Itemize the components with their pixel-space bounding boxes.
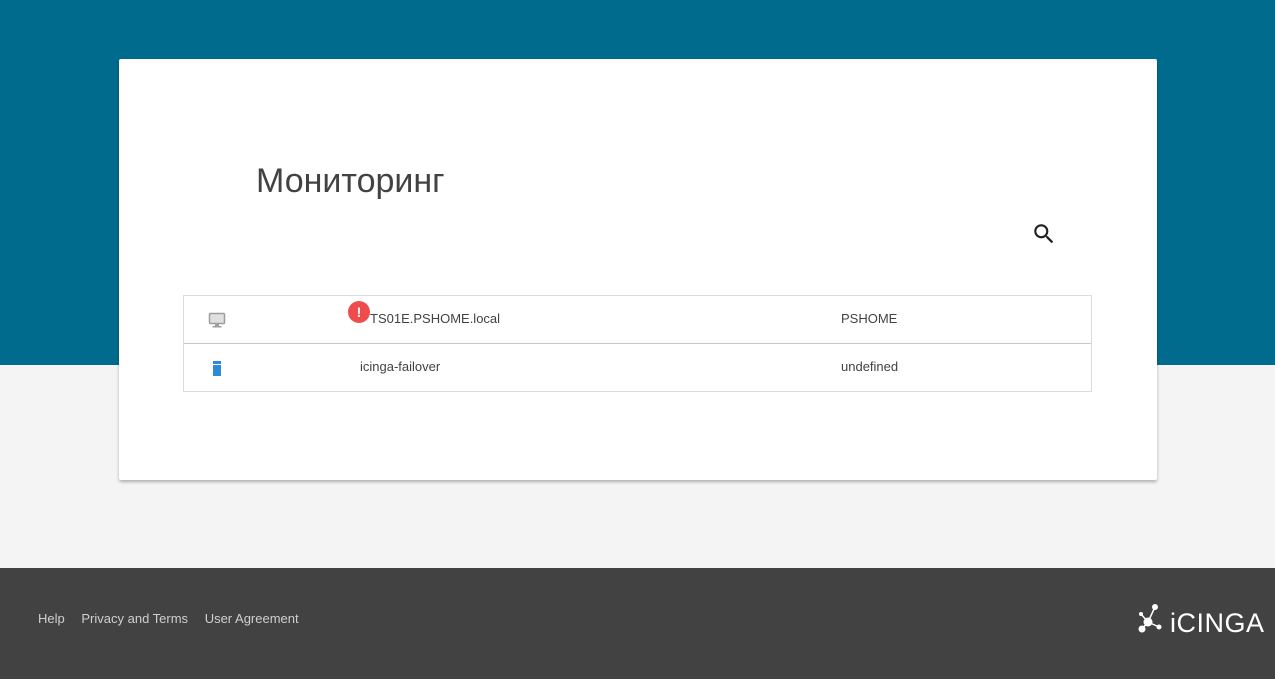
search-button[interactable] — [1031, 221, 1057, 247]
footer-links: Help Privacy and Terms User Agreement — [38, 611, 312, 626]
server-icon — [208, 360, 226, 376]
host-row[interactable]: ! TS01E.PSHOME.local PSHOME — [184, 296, 1091, 343]
footer-link-privacy[interactable]: Privacy and Terms — [81, 611, 188, 626]
monitor-icon — [208, 312, 226, 328]
host-domain: PSHOME — [841, 311, 898, 326]
host-domain: undefined — [841, 359, 899, 374]
footer-link-help[interactable]: Help — [38, 611, 65, 626]
icinga-logo-mark-icon — [1138, 604, 1162, 633]
host-name: icinga-failover — [360, 359, 441, 374]
error-badge: ! — [348, 301, 370, 323]
host-row[interactable]: icinga-failover undefined — [184, 343, 1091, 391]
icinga-logo: iCINGA — [1136, 599, 1265, 645]
footer-link-user-agreement[interactable]: User Agreement — [205, 611, 299, 626]
search-icon — [1034, 224, 1054, 244]
monitoring-card: Мониторинг ! TS01E.PSHOME.local PSHOME i… — [119, 59, 1157, 480]
host-name: TS01E.PSHOME.local — [370, 311, 501, 326]
host-list: ! TS01E.PSHOME.local PSHOME icinga-failo… — [183, 295, 1092, 392]
page-title: Мониторинг — [256, 162, 445, 200]
footer: Help Privacy and Terms User Agreement iC… — [0, 568, 1275, 679]
logo-text: iCINGA — [1170, 608, 1265, 638]
